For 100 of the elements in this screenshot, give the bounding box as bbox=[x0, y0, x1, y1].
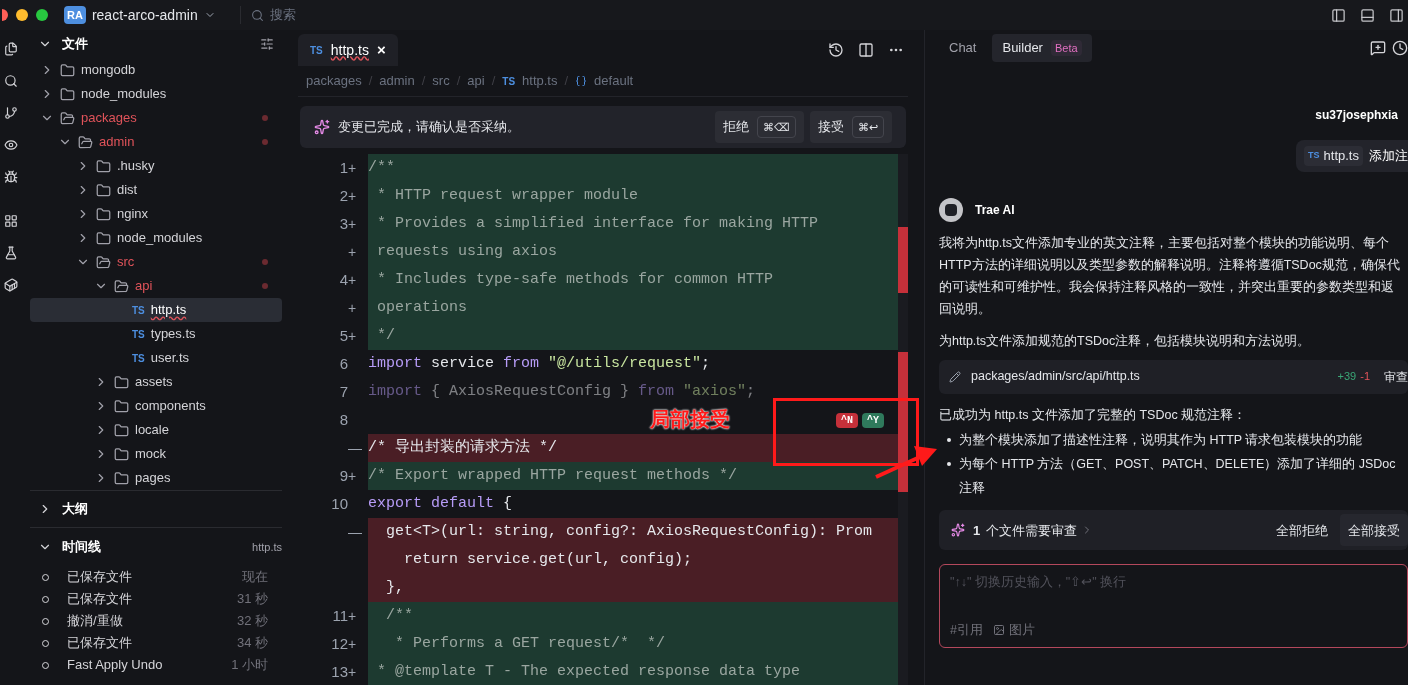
editor-tab[interactable]: TS http.ts × bbox=[298, 34, 398, 66]
tree-label: pages bbox=[135, 469, 171, 488]
message-text: 添加注 bbox=[1369, 147, 1408, 165]
file-chip[interactable]: TS http.ts bbox=[1304, 146, 1363, 166]
file-change-card[interactable]: packages/admin/src/api/http.ts +39 -1 审查 bbox=[939, 359, 1408, 394]
project-switcher[interactable]: react-arco-admin bbox=[91, 4, 216, 26]
tree-item[interactable]: mongodb bbox=[30, 58, 282, 82]
tree-item[interactable]: TS http.ts bbox=[30, 298, 282, 322]
modified-dot bbox=[262, 283, 268, 289]
tree-item[interactable]: packages bbox=[30, 106, 282, 130]
search-icon[interactable] bbox=[4, 74, 18, 88]
tree-item[interactable]: node_modules bbox=[30, 226, 282, 250]
tree-label: admin bbox=[99, 133, 135, 152]
breadcrumb-separator: / bbox=[564, 72, 569, 91]
split-icon[interactable] bbox=[858, 42, 874, 58]
timeline-item[interactable]: 已保存文件 31 秒 bbox=[30, 588, 282, 610]
breadcrumb-separator: / bbox=[421, 72, 426, 91]
tree-item[interactable]: dist bbox=[30, 178, 282, 202]
tree-item[interactable]: nginx bbox=[30, 202, 282, 226]
new-chat-icon[interactable] bbox=[1370, 40, 1386, 56]
search-icon bbox=[250, 8, 264, 22]
section-title[interactable]: 文件 bbox=[62, 34, 88, 54]
tree-label: src bbox=[117, 253, 135, 272]
annotation-label: 局部接受 bbox=[650, 407, 730, 432]
tree-item[interactable]: assets bbox=[30, 370, 282, 394]
review-link[interactable]: 审查 bbox=[1384, 367, 1408, 386]
tree-item[interactable]: mock bbox=[30, 442, 282, 466]
tree-item[interactable]: .husky bbox=[30, 154, 282, 178]
timeline-item[interactable]: 已保存文件 34 秒 bbox=[30, 632, 282, 654]
review-text[interactable]: 个文件需要审查 bbox=[986, 520, 1078, 540]
diff-marker: + bbox=[348, 662, 358, 682]
search-field[interactable]: 搜索 bbox=[269, 5, 470, 25]
timeline-item[interactable]: Fast Apply Undo 1 小时 bbox=[30, 654, 282, 676]
panel-tab[interactable]: Chat bbox=[939, 34, 987, 62]
section-title[interactable]: 时间线 bbox=[62, 537, 101, 557]
right-panel-toggle-icon[interactable] bbox=[1389, 7, 1404, 23]
timeline-item[interactable]: 已保存文件 现在 bbox=[30, 566, 282, 588]
modified-dot bbox=[262, 259, 268, 265]
tree-item[interactable]: admin bbox=[30, 130, 282, 154]
breadcrumb-item[interactable]: src bbox=[432, 71, 450, 91]
timeline-label: Fast Apply Undo bbox=[67, 656, 163, 675]
bug-icon[interactable] bbox=[4, 170, 18, 184]
timeline-label: 撤消/重做 bbox=[67, 612, 123, 631]
reference-button[interactable]: #引用 bbox=[950, 620, 983, 640]
diff-marker: + bbox=[348, 270, 358, 290]
image-icon[interactable] bbox=[992, 623, 1005, 636]
flask-icon[interactable] bbox=[4, 246, 18, 260]
breadcrumb-item[interactable]: packages bbox=[306, 71, 362, 91]
diff-marker: — bbox=[348, 438, 360, 458]
tree-item[interactable]: api bbox=[30, 274, 282, 298]
tree-item[interactable]: components bbox=[30, 394, 282, 418]
close-light[interactable] bbox=[2, 9, 8, 21]
panel-tab[interactable]: Builder Beta bbox=[992, 34, 1092, 62]
timeline-item[interactable]: 撤消/重做 32 秒 bbox=[30, 610, 282, 632]
tree-item[interactable]: locale bbox=[30, 418, 282, 442]
timeline-label: 已保存文件 bbox=[67, 568, 132, 587]
banner-message: 变更已完成，请确认是否采纳。 bbox=[338, 118, 520, 137]
tree-item[interactable]: TS user.ts bbox=[30, 346, 282, 370]
reject-chip[interactable]: ^N bbox=[835, 412, 858, 428]
eye-icon[interactable] bbox=[4, 138, 18, 152]
tree-label: locale bbox=[135, 421, 169, 440]
breadcrumb-item[interactable]: http.ts bbox=[522, 71, 558, 91]
file-type-label: TS bbox=[132, 327, 145, 342]
close-button[interactable]: × bbox=[376, 38, 386, 62]
chat-input[interactable]: "↑↓" 切换历史输入，"⇧↩" 换行 #引用 图片 bbox=[939, 564, 1408, 649]
accept-all-button[interactable]: 全部接受 bbox=[1340, 514, 1408, 547]
image-button[interactable]: 图片 bbox=[1008, 620, 1035, 640]
settings-icon[interactable] bbox=[260, 37, 274, 51]
line-number: 4 bbox=[339, 269, 348, 290]
tree-item[interactable]: TS types.ts bbox=[30, 322, 282, 346]
section-title[interactable]: 大纲 bbox=[62, 499, 88, 519]
line-number: 13 bbox=[331, 661, 348, 682]
accept-button[interactable]: 接受 ⌘↩ bbox=[810, 111, 892, 143]
scrollbar-track[interactable] bbox=[898, 154, 908, 685]
file-type-label: TS bbox=[132, 303, 145, 318]
minimize-light[interactable] bbox=[16, 9, 28, 21]
history-icon[interactable] bbox=[1392, 40, 1408, 56]
modified-dot bbox=[262, 139, 268, 145]
tree-item[interactable]: pages bbox=[30, 466, 282, 490]
history-icon[interactable] bbox=[828, 42, 844, 58]
accept-chip[interactable]: ^Y bbox=[862, 412, 884, 428]
breadcrumb-item[interactable]: default bbox=[594, 71, 634, 91]
reject-button[interactable]: 拒绝 ⌘⌫ bbox=[715, 111, 804, 143]
tree-label: dist bbox=[117, 181, 138, 200]
files-icon[interactable] bbox=[4, 42, 18, 56]
breadcrumb-item[interactable]: api bbox=[467, 71, 485, 91]
reject-all-button[interactable]: 全部拒绝 bbox=[1270, 520, 1334, 540]
maximize-light[interactable] bbox=[36, 9, 48, 21]
tree-item[interactable]: node_modules bbox=[30, 82, 282, 106]
sidebar-toggle-icon[interactable] bbox=[1331, 7, 1346, 23]
extensions-icon[interactable] bbox=[4, 214, 18, 228]
tree-item[interactable]: src bbox=[30, 250, 282, 274]
line-number: 1 bbox=[339, 157, 348, 178]
breadcrumb-item[interactable]: admin bbox=[379, 71, 415, 91]
sparkle-icon bbox=[314, 119, 330, 135]
branch-icon[interactable] bbox=[4, 106, 18, 120]
line-number: 5 bbox=[339, 325, 348, 346]
tree-label: node_modules bbox=[117, 229, 203, 248]
panel-toggle-icon[interactable] bbox=[1360, 7, 1375, 23]
timeline-time: 34 秒 bbox=[236, 634, 268, 653]
